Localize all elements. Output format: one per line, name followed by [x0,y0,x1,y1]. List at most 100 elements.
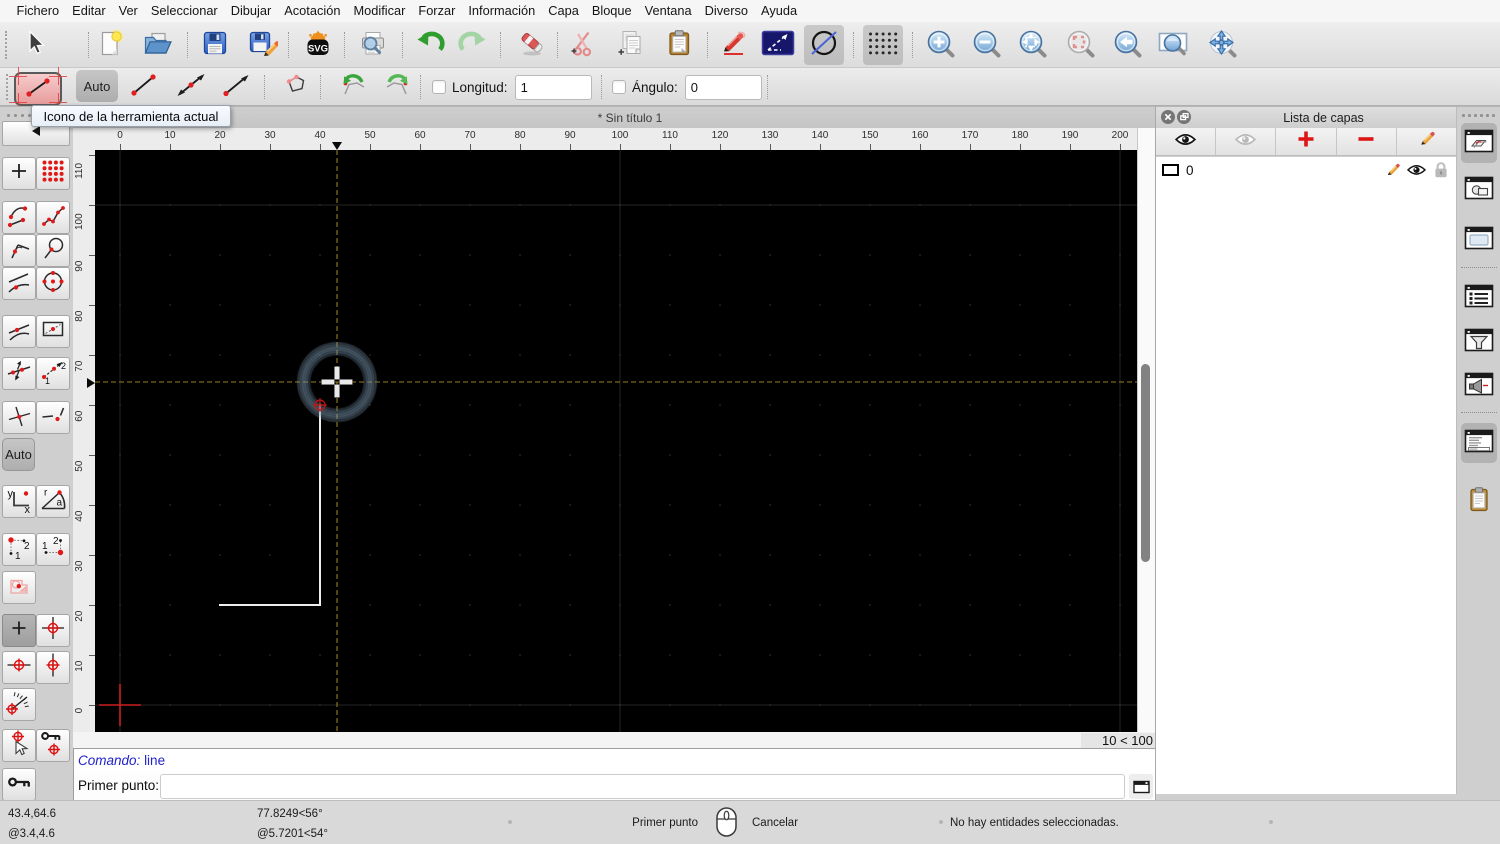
polyline-button[interactable] [278,70,314,104]
current-tool-button[interactable] [9,67,67,111]
undo-button[interactable] [410,25,450,65]
menu-editar[interactable]: Editar [66,0,112,22]
menu-informacion[interactable]: Información [462,0,542,22]
svg-export-button[interactable]: SVG [298,25,338,65]
cross-lines-button[interactable] [2,401,36,434]
edit-layer-button[interactable] [1397,128,1456,155]
zoom-in-button[interactable] [920,25,960,65]
clipboard-tab[interactable] [1461,481,1497,521]
menu-dibujar[interactable]: Dibujar [224,0,278,22]
delete-button[interactable] [512,25,552,65]
menu-seleccionar[interactable]: Seleccionar [144,0,224,22]
edit-pen-button[interactable] [713,25,753,65]
zoom-selected-button[interactable] [1060,25,1100,65]
redo-button[interactable] [453,25,493,65]
copy-button[interactable] [609,25,649,65]
snap-free-button[interactable] [2,614,36,647]
line-arrow-button[interactable] [218,70,254,104]
drawing-canvas[interactable] [95,150,1137,732]
menu-acotacion[interactable]: Acotación [278,0,347,22]
keyboard-toggle-button[interactable] [1129,774,1153,799]
angulo-input[interactable]: 0 [684,74,762,100]
longitud-checkbox[interactable] [432,80,446,94]
line-two-points-button[interactable] [126,70,162,104]
toolbar-handle[interactable] [5,31,7,59]
command-line-tab[interactable] [1461,423,1497,463]
circle-center-button[interactable] [36,267,70,300]
dock-close-button[interactable] [1160,109,1176,125]
relative-zero-button[interactable] [2,768,36,801]
snap-auto-button[interactable]: Auto [2,438,35,471]
palette-handle[interactable] [7,114,31,117]
menu-ver[interactable]: Ver [112,0,144,22]
radius-angle-button[interactable]: ra [36,485,70,518]
zoom-previous-button[interactable] [1107,25,1147,65]
menu-bloque[interactable]: Bloque [585,0,638,22]
snap-grid-button[interactable] [36,614,70,647]
grid-button[interactable] [863,25,903,65]
angulo-checkbox[interactable] [612,80,626,94]
entity-list-tab[interactable] [1461,278,1497,318]
vertical-scrollbar-thumb[interactable] [1141,364,1150,562]
menu-ayuda[interactable]: Ayuda [755,0,804,22]
polyline-undo-button[interactable] [337,70,373,104]
layer-filter-tab[interactable] [1461,322,1497,362]
dock-float-button[interactable] [1176,109,1192,125]
hide-all-layers-button[interactable] [1216,128,1277,155]
distance-1-2-button[interactable]: 12 [36,357,70,390]
longitud-input[interactable]: 1 [514,74,592,100]
polyline-points-button[interactable] [36,201,70,234]
menu-fichero[interactable]: Fichero [10,0,66,22]
tangent-button[interactable] [2,234,36,267]
menu-capa[interactable]: Capa [542,0,586,22]
sequence-1-2-button[interactable]: 12 [2,533,36,566]
menu-modificar[interactable]: Modificar [347,0,412,22]
layer-lock-icon[interactable] [1433,161,1449,179]
open-file-button[interactable] [136,25,176,65]
zoom-auto-button[interactable] [1012,25,1052,65]
spline-button[interactable] [2,201,36,234]
layer-list-tab[interactable] [1461,123,1497,163]
circle-line-button[interactable] [804,25,844,65]
save-as-button[interactable] [242,25,282,65]
loop-button[interactable] [36,234,70,267]
menu-forzar[interactable]: Forzar [412,0,462,22]
show-all-layers-button[interactable] [1156,128,1217,155]
layer-edit-icon[interactable] [1385,163,1400,178]
library-browser-tab[interactable] [1461,220,1497,260]
toolbar-handle[interactable] [6,74,8,100]
polyline-redo-button[interactable] [378,70,414,104]
zoom-window-button[interactable] [1153,25,1193,65]
layer-visible-icon[interactable] [1407,164,1426,176]
snap-vertical-button[interactable] [36,651,70,684]
line-angle-button[interactable] [173,70,209,104]
snap-horizontal-button[interactable] [2,651,36,684]
save-button[interactable] [195,25,235,65]
xy-coordinate-button[interactable]: yx [2,485,36,518]
line-point-button[interactable] [36,401,70,434]
layer-row[interactable]: 0 [1156,158,1456,182]
snap-auto-dropdown[interactable]: Auto [76,70,118,102]
move-arrows-button[interactable] [2,357,36,390]
cursor-button[interactable] [14,25,54,65]
snap-angle-button[interactable] [2,688,36,721]
arc-tangent-button[interactable] [2,267,36,300]
notification-tab[interactable] [1461,366,1497,406]
add-layer-button[interactable] [1276,128,1337,155]
lock-relative-zero-button[interactable] [36,729,70,762]
paste-button[interactable] [659,25,699,65]
two-curves-button[interactable] [2,315,36,348]
menu-ventana[interactable]: Ventana [638,0,698,22]
red-grid-button[interactable] [36,157,70,190]
print-preview-button[interactable] [353,25,393,65]
remove-layer-button[interactable] [1337,128,1397,155]
snap-cursor-button[interactable] [2,729,36,762]
new-file-button[interactable] [90,25,130,65]
zoom-out-button[interactable] [966,25,1006,65]
rect-diagonal-button[interactable] [36,315,70,348]
ghost-shape-button[interactable] [2,571,36,604]
zoom-pan-button[interactable] [1202,25,1242,65]
sequence-2-1-button[interactable]: 12 [36,533,70,566]
line-attributes-button[interactable] [758,25,798,65]
menu-diverso[interactable]: Diverso [698,0,754,22]
